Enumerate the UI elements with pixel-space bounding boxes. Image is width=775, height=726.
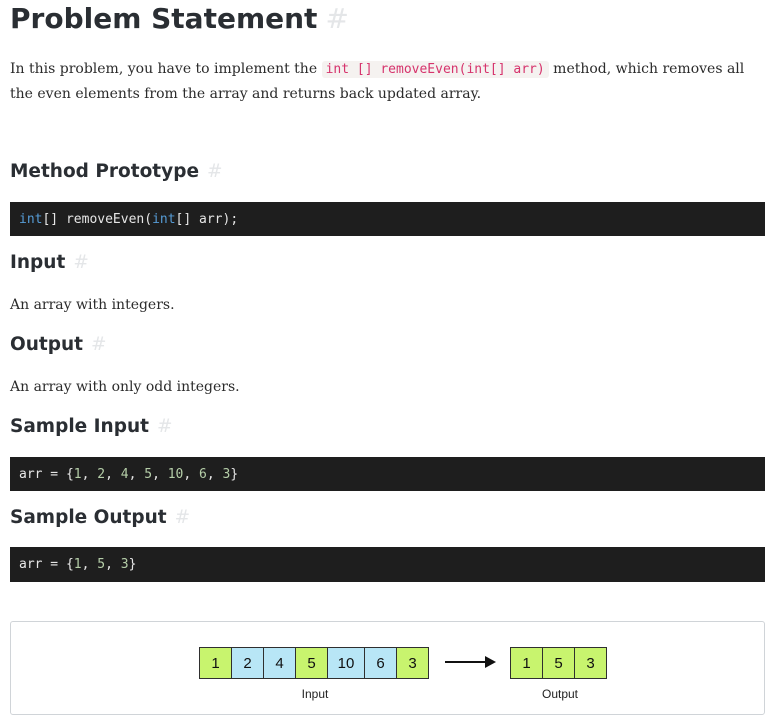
array-cell: 1 <box>199 647 232 679</box>
code-separator: , <box>105 466 121 482</box>
array-cell: 3 <box>574 647 607 679</box>
heading-method-prototype-text: Method Prototype <box>10 161 200 182</box>
heading-sample-output: Sample Output # <box>10 507 190 528</box>
array-cell: 6 <box>364 647 397 679</box>
title-anchor-link[interactable]: # <box>325 2 348 35</box>
intro-text-start: In this problem, you have to implement t… <box>10 61 322 77</box>
array-cell: 3 <box>396 647 429 679</box>
code-number: 3 <box>222 466 231 482</box>
code-number: 2 <box>97 466 106 482</box>
input-description: An array with integers. <box>10 297 175 313</box>
array-cell: 1 <box>510 647 543 679</box>
output-caption: Output <box>541 687 579 701</box>
code-text: [] removeEven( <box>42 211 153 227</box>
heading-sample-output-text: Sample Output <box>10 507 167 528</box>
output-description: An array with only odd integers. <box>10 379 240 395</box>
code-text: } <box>230 466 239 482</box>
method-prototype-anchor-link[interactable]: # <box>207 161 223 182</box>
heading-output-text: Output <box>10 334 83 355</box>
code-separator: , <box>81 557 98 572</box>
sample-input-code-block: arr = {1, 2, 4, 5, 10, 6, 3} <box>10 457 765 491</box>
page-title-text: Problem Statement <box>10 2 318 35</box>
input-caption: Input <box>301 687 329 701</box>
method-signature-code: int [] removeEven(int[] arr) <box>321 61 549 78</box>
code-separator: , <box>128 466 145 482</box>
array-cell: 2 <box>231 647 264 679</box>
code-keyword-int: int <box>19 211 43 227</box>
code-number: 3 <box>120 557 129 572</box>
remove-even-illustration: 1 2 4 5 10 6 3 153 Input Output <box>10 621 765 715</box>
code-separator: , <box>105 557 121 572</box>
sample-output-code-block: arr = {1, 5, 3} <box>10 547 765 582</box>
code-text: [] arr); <box>175 211 239 227</box>
heading-method-prototype: Method Prototype # <box>10 161 223 182</box>
heading-input-text: Input <box>10 252 66 273</box>
code-number: 4 <box>120 466 129 482</box>
array-cell: 4 <box>263 647 296 679</box>
output-array-cells: 153 <box>510 647 607 679</box>
code-number: 6 <box>199 466 207 482</box>
heading-input: Input # <box>10 252 89 273</box>
code-separator: , <box>152 466 168 482</box>
code-number: 1 <box>73 557 82 572</box>
code-number: 5 <box>144 466 153 482</box>
code-separator: , <box>206 466 223 482</box>
input-array-cells: 1 2 4 5 10 6 3 <box>199 647 429 679</box>
sample-output-anchor-link[interactable]: # <box>175 507 191 528</box>
output-anchor-link[interactable]: # <box>91 334 107 355</box>
code-separator: , <box>81 466 98 482</box>
sample-input-anchor-link[interactable]: # <box>157 416 173 437</box>
heading-output: Output # <box>10 334 107 355</box>
heading-sample-input: Sample Input # <box>10 416 172 437</box>
code-number: 10 <box>167 466 184 482</box>
prototype-code-block: int[] removeEven(int[] arr); <box>10 202 765 236</box>
code-separator: , <box>183 466 200 482</box>
heading-sample-input-text: Sample Input <box>10 416 149 437</box>
array-cell: 5 <box>295 647 328 679</box>
input-anchor-link[interactable]: # <box>73 252 89 273</box>
intro-paragraph: In this problem, you have to implement t… <box>10 57 765 106</box>
code-text: arr = { <box>19 466 74 482</box>
code-keyword-int: int <box>152 211 176 227</box>
array-cell: 10 <box>327 647 365 679</box>
code-number: 5 <box>97 557 106 572</box>
page-title: Problem Statement # <box>10 2 349 35</box>
code-text: arr = { <box>19 557 74 572</box>
code-text: } <box>128 557 137 572</box>
arrow-right-icon <box>445 656 496 668</box>
code-number: 1 <box>73 466 82 482</box>
array-cell: 5 <box>542 647 575 679</box>
